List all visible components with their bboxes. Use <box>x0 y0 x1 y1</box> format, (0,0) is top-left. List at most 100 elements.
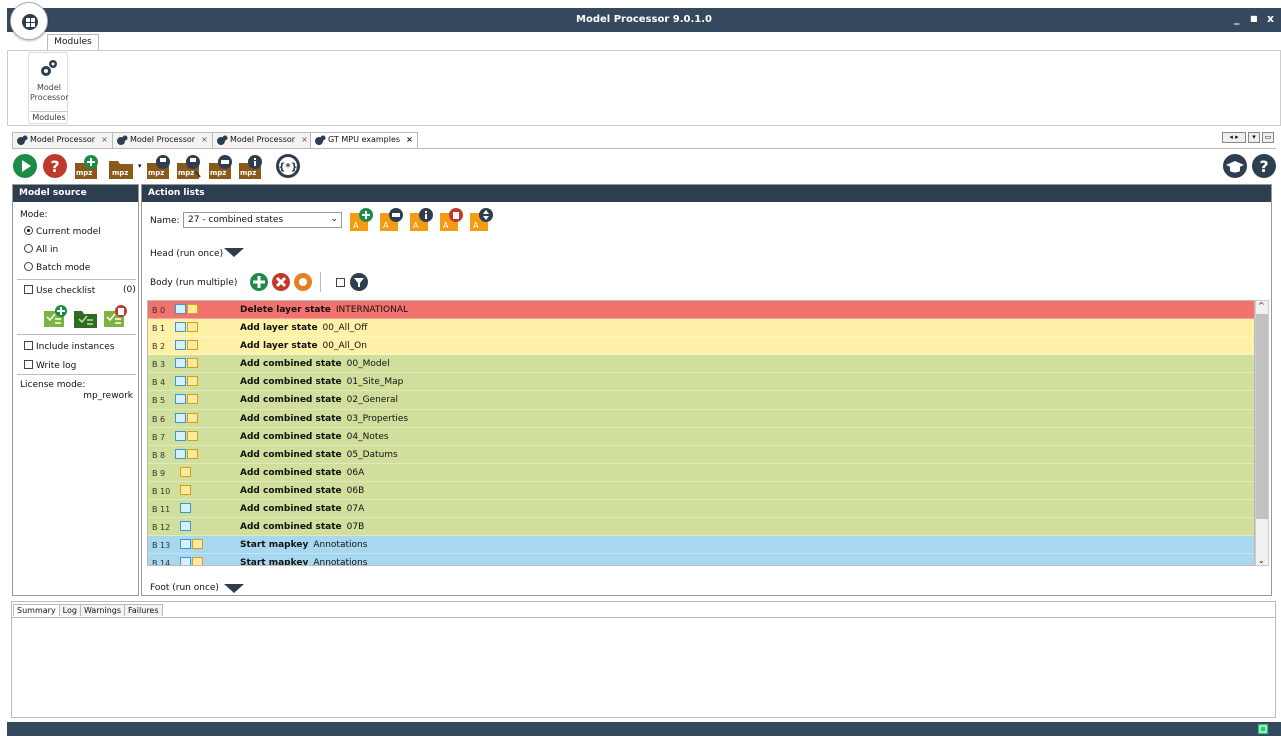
enable-checkbox-icon[interactable] <box>180 539 191 550</box>
enable-checkbox-icon[interactable] <box>180 557 191 565</box>
enable-checkbox-icon[interactable] <box>180 503 191 514</box>
write-log-checkbox[interactable]: Write log <box>24 360 76 371</box>
table-row[interactable]: B 12 Add combined state 07B <box>148 518 1254 537</box>
restore-tab-icon[interactable]: ▭ <box>1262 132 1274 143</box>
table-row[interactable]: B 8 Add combined state 05_Datums <box>148 445 1254 464</box>
scrollbar-thumb[interactable] <box>1256 314 1268 519</box>
note-icon[interactable] <box>187 340 198 351</box>
open-checklist-folder-icon[interactable] <box>73 305 99 329</box>
tab-failures[interactable]: Failures <box>124 604 163 616</box>
note-icon[interactable] <box>192 557 203 565</box>
tab-log[interactable]: Log <box>58 604 81 616</box>
enable-checkbox-icon[interactable] <box>175 358 186 369</box>
mode-all-in-radio[interactable]: All in <box>24 244 58 255</box>
table-row[interactable]: B 7 Add combined state 04_Notes <box>148 427 1254 446</box>
expand-foot-icon[interactable] <box>224 584 244 594</box>
row-id: B 14 <box>152 559 171 566</box>
enable-checkbox-icon[interactable] <box>175 322 186 333</box>
tab-warnings[interactable]: Warnings <box>79 604 126 616</box>
tab-gt-mpu-examples[interactable]: GT MPU examples × <box>310 132 418 149</box>
add-list-icon[interactable]: A <box>349 207 375 233</box>
add-checklist-icon[interactable] <box>43 303 69 329</box>
enable-checkbox-icon[interactable] <box>175 430 186 441</box>
table-row[interactable]: B 5 Add combined state 02_General <box>148 391 1254 410</box>
note-icon[interactable] <box>187 412 198 423</box>
variables-icon[interactable]: {*} <box>275 153 301 179</box>
table-row[interactable]: B 14 Start mapkey Annotations <box>148 554 1254 566</box>
model-processor-ribbon-button[interactable]: Model Processor <box>30 56 69 110</box>
action-name: Add combined state 07B <box>240 522 364 532</box>
open-dropdown-chevron-icon[interactable]: ▾ <box>138 162 142 170</box>
mode-batch-radio[interactable]: Batch mode <box>24 262 90 273</box>
note-icon[interactable] <box>187 430 198 441</box>
print-list-icon[interactable]: A <box>379 207 405 233</box>
tab-model-processor-3[interactable]: Model Processor × <box>212 132 313 148</box>
scroll-tabs-arrows-icon[interactable]: ◂ ▸ <box>1222 132 1246 143</box>
run-button-icon[interactable] <box>12 153 38 179</box>
scroll-down-icon[interactable]: ⌄ <box>1258 556 1265 565</box>
filter-icon[interactable] <box>349 272 369 292</box>
include-instances-checkbox[interactable]: Include instances <box>24 341 114 352</box>
action-label: Start mapkey <box>240 540 309 551</box>
table-row[interactable]: B 1 Add layer state 00_All_Off <box>148 319 1254 338</box>
gear-icon <box>117 135 128 145</box>
note-icon[interactable] <box>187 448 198 459</box>
add-action-icon[interactable] <box>249 272 269 292</box>
scroll-up-icon[interactable]: ^ <box>1258 301 1265 310</box>
mode-current-model-radio[interactable]: Current model <box>24 226 101 237</box>
note-icon[interactable] <box>192 539 203 550</box>
tab-close-icon[interactable]: × <box>201 135 208 144</box>
table-row[interactable]: B 9 Add combined state 06A <box>148 463 1254 482</box>
minimize-button[interactable]: _ <box>1234 12 1240 25</box>
note-icon[interactable] <box>187 304 198 314</box>
filter-checkbox[interactable] <box>336 278 345 287</box>
table-row[interactable]: B 0 Delete layer state INTERNATIONAL <box>148 301 1254 320</box>
enable-checkbox-icon[interactable] <box>180 521 191 532</box>
enable-checkbox-icon[interactable] <box>175 394 186 405</box>
table-row[interactable]: B 10 Add combined state 06B <box>148 481 1254 501</box>
tab-model-processor-1[interactable]: Model Processor × <box>12 132 113 148</box>
note-icon[interactable] <box>187 376 198 387</box>
tab-close-icon[interactable]: × <box>101 135 108 144</box>
tab-close-icon[interactable]: × <box>406 135 413 144</box>
status-indicator-icon[interactable] <box>1257 723 1269 735</box>
list-info-icon[interactable]: A <box>409 207 435 233</box>
maximize-button[interactable]: ■ <box>1250 14 1258 23</box>
graduation-cap-icon[interactable] <box>1222 153 1248 179</box>
table-row[interactable]: B 6 Add combined state 03_Properties <box>148 409 1254 428</box>
enable-checkbox-icon[interactable] <box>175 412 186 423</box>
delete-list-icon[interactable]: A <box>439 207 465 233</box>
tab-model-processor-2[interactable]: Model Processor × <box>112 132 213 148</box>
ribbon-tab-modules[interactable]: Modules <box>47 34 99 50</box>
use-checklist-checkbox[interactable]: Use checklist <box>24 285 95 296</box>
toggle-action-icon[interactable] <box>293 272 313 292</box>
table-row[interactable]: B 13 Start mapkey Annotations <box>148 536 1254 555</box>
enable-checkbox-icon[interactable] <box>175 304 186 314</box>
tab-summary[interactable]: Summary <box>13 604 60 616</box>
expand-head-icon[interactable] <box>224 248 244 258</box>
application-menu-button[interactable] <box>10 2 48 40</box>
table-row[interactable]: B 4 Add combined state 01_Site_Map <box>148 373 1254 392</box>
delete-checklist-icon[interactable] <box>103 303 129 329</box>
table-row[interactable]: B 11 Add combined state 07A <box>148 500 1254 519</box>
enable-checkbox-icon[interactable] <box>175 448 186 459</box>
help-red-icon[interactable]: ? <box>42 153 68 179</box>
note-icon[interactable] <box>180 466 191 477</box>
table-row[interactable]: B 3 Add combined state 00_Model <box>148 355 1254 374</box>
reorder-list-icon[interactable]: A <box>469 207 495 233</box>
close-button[interactable]: x <box>1267 12 1274 25</box>
enable-checkbox-icon[interactable] <box>175 340 186 351</box>
action-argument: 06B <box>346 485 365 496</box>
help-icon[interactable]: ? <box>1251 153 1277 179</box>
table-row[interactable]: B 2 Add layer state 00_All_On <box>148 337 1254 356</box>
remove-action-icon[interactable] <box>271 272 291 292</box>
note-icon[interactable] <box>180 484 191 495</box>
action-list-name-select[interactable]: 27 - combined states ⌄ <box>183 212 342 228</box>
note-icon[interactable] <box>187 322 198 333</box>
tab-list-dropdown-icon[interactable]: ▾ <box>1248 132 1260 143</box>
svg-text:A: A <box>413 221 419 230</box>
enable-checkbox-icon[interactable] <box>175 376 186 387</box>
note-icon[interactable] <box>187 394 198 405</box>
note-icon[interactable] <box>187 358 198 369</box>
tab-close-icon[interactable]: × <box>301 135 308 144</box>
